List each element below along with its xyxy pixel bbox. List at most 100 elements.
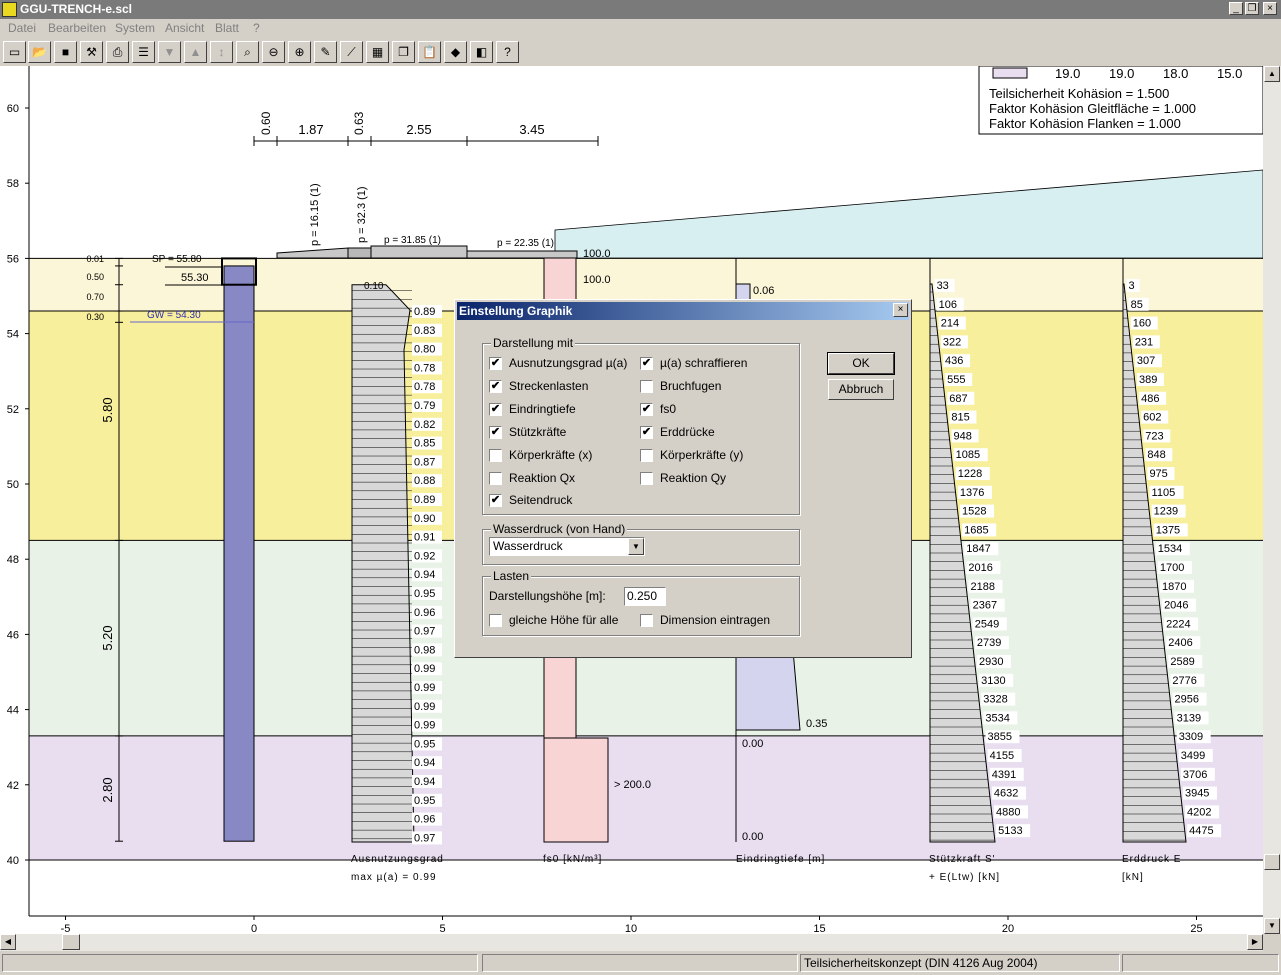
ok-button[interactable]: OK bbox=[827, 352, 895, 375]
load-4 bbox=[466, 250, 578, 259]
checkbox-box[interactable]: ✔ bbox=[489, 494, 502, 508]
scroll-left-button[interactable]: ◀ bbox=[0, 934, 16, 950]
stuetz-value: 33 bbox=[937, 280, 949, 292]
x-tick-label: 0 bbox=[251, 923, 257, 934]
utilization-top-value: 0.10 bbox=[364, 281, 384, 292]
utilization-value: 0.79 bbox=[414, 400, 435, 412]
checkbox-same-height-box[interactable] bbox=[489, 614, 502, 627]
restore-button[interactable]: ❐ bbox=[1245, 2, 1259, 15]
menu-datei[interactable]: Datei bbox=[8, 21, 36, 35]
checkbox-box[interactable]: ✔ bbox=[489, 402, 502, 416]
y-tick-label: 50 bbox=[7, 479, 19, 491]
utilization-value: 0.92 bbox=[414, 550, 435, 562]
vertical-scrollbar[interactable]: ▲ ▼ bbox=[1263, 66, 1281, 934]
erd-label: Erddruck E bbox=[1122, 854, 1181, 865]
erd-value: 1870 bbox=[1162, 581, 1186, 593]
zoom-page-icon[interactable]: ⌕ bbox=[236, 41, 259, 63]
height-input[interactable]: 0.250 bbox=[624, 587, 666, 606]
minimize-button[interactable]: _ bbox=[1229, 2, 1243, 15]
erd-value: 723 bbox=[1145, 430, 1163, 442]
utilization-value: 0.87 bbox=[414, 456, 435, 468]
save-icon[interactable]: ■ bbox=[54, 41, 77, 63]
page-icon[interactable]: ☰ bbox=[132, 41, 155, 63]
stuetz-value: 2188 bbox=[971, 581, 995, 593]
menu-ansicht[interactable]: Ansicht bbox=[165, 21, 204, 35]
horizontal-scroll-thumb[interactable] bbox=[62, 934, 80, 950]
menu-system[interactable]: System bbox=[115, 21, 155, 35]
scroll-up-button[interactable]: ▲ bbox=[1264, 66, 1280, 82]
stuetz-value: 687 bbox=[949, 393, 967, 405]
stuetz-value: 1685 bbox=[964, 524, 988, 536]
menu-blatt[interactable]: Blatt bbox=[215, 21, 239, 35]
zoom-out-icon[interactable]: ⊖ bbox=[262, 41, 285, 63]
scroll-right-button[interactable]: ▶ bbox=[1247, 934, 1263, 950]
erd-value: 2776 bbox=[1172, 675, 1196, 687]
checkbox-box[interactable] bbox=[640, 448, 653, 462]
load-label: p = 22.35 (1) bbox=[497, 238, 554, 249]
chevron-down-icon[interactable]: ▼ bbox=[628, 538, 644, 555]
close-button[interactable]: × bbox=[1263, 2, 1277, 15]
utilization-value: 0.78 bbox=[414, 381, 435, 393]
small-dim-label: 0.30 bbox=[86, 312, 104, 322]
stuetz-value: 4155 bbox=[990, 750, 1014, 762]
grid-icon[interactable]: ▦ bbox=[366, 41, 389, 63]
menu-bearbeiten[interactable]: Bearbeiten bbox=[48, 21, 106, 35]
y-tick-label: 58 bbox=[7, 178, 19, 190]
vertical-scroll-thumb[interactable] bbox=[1264, 854, 1280, 870]
utilization-value: 0.80 bbox=[414, 344, 435, 356]
menu-help[interactable]: ? bbox=[253, 21, 260, 35]
utilization-value: 0.97 bbox=[414, 832, 435, 844]
dialog-close-icon[interactable]: × bbox=[893, 303, 908, 317]
tools-icon[interactable]: ⚒ bbox=[80, 41, 103, 63]
checkbox-box[interactable] bbox=[489, 448, 502, 462]
edit-shape-icon[interactable]: ⟋ bbox=[340, 41, 363, 63]
erd-value: 3706 bbox=[1183, 769, 1207, 781]
utilization-value: 0.94 bbox=[414, 569, 435, 581]
fs0-area-2 bbox=[543, 737, 609, 843]
cancel-button[interactable]: Abbruch bbox=[828, 379, 894, 400]
utilization-value: 0.90 bbox=[414, 513, 435, 525]
checkbox-box[interactable]: ✔ bbox=[489, 425, 502, 439]
stuetz-value: 2367 bbox=[973, 600, 997, 612]
utilization-value: 0.96 bbox=[414, 814, 435, 826]
checkbox-box[interactable]: ✔ bbox=[489, 357, 502, 370]
arrow-up-icon[interactable]: ▲ bbox=[184, 41, 207, 63]
arrow-down-icon[interactable]: ▼ bbox=[158, 41, 181, 63]
checkbox-box[interactable] bbox=[489, 471, 502, 485]
arrow-updown-icon[interactable]: ↕ bbox=[210, 41, 233, 63]
print-icon[interactable]: ⎙ bbox=[106, 41, 129, 63]
erd-value: 848 bbox=[1147, 449, 1165, 461]
water-pressure-select[interactable]: Wasserdruck ▼ bbox=[489, 537, 645, 556]
fs0-value: 100.0 bbox=[583, 274, 611, 286]
y-tick-label: 46 bbox=[7, 629, 19, 641]
checkbox-box[interactable]: ✔ bbox=[640, 357, 653, 370]
color-icon[interactable]: ◧ bbox=[470, 41, 493, 63]
stuetz-value: 1847 bbox=[966, 543, 990, 555]
zoom-in-icon[interactable]: ⊕ bbox=[288, 41, 311, 63]
gw-level-label: GW = 54.30 bbox=[147, 310, 201, 321]
erd-value: 231 bbox=[1135, 336, 1153, 348]
new-file-icon[interactable]: ▭ bbox=[3, 41, 26, 63]
checkbox-box[interactable]: ✔ bbox=[640, 402, 653, 416]
scroll-down-button[interactable]: ▼ bbox=[1264, 918, 1280, 934]
status-pane-3: Teilsicherheitskonzept (DIN 4126 Aug 200… bbox=[800, 954, 1120, 972]
edit-icon[interactable]: ✎ bbox=[314, 41, 337, 63]
open-folder-icon[interactable]: 📂 bbox=[28, 41, 51, 63]
load-2 bbox=[347, 247, 372, 259]
checkbox-box[interactable]: ✔ bbox=[489, 379, 502, 393]
palette-icon[interactable]: ◆ bbox=[444, 41, 467, 63]
paste-icon[interactable]: 📋 bbox=[418, 41, 441, 63]
stuetz-label: Stützkraft S' bbox=[929, 854, 996, 865]
eindring-value: 0.00 bbox=[742, 738, 763, 750]
checkbox-box[interactable] bbox=[640, 471, 653, 485]
utilization-value: 0.96 bbox=[414, 607, 435, 619]
help-icon[interactable]: ? bbox=[496, 41, 519, 63]
checkbox-label: Eindringtiefe bbox=[509, 401, 576, 416]
checkbox-box[interactable]: ✔ bbox=[640, 425, 653, 439]
copy-icon[interactable]: ❐ bbox=[392, 41, 415, 63]
checkbox-dimension-box[interactable] bbox=[640, 614, 653, 627]
left-dimension-label: 2.80 bbox=[100, 777, 115, 802]
horizontal-scrollbar[interactable]: ◀ ▶ bbox=[0, 934, 1263, 951]
erd-value: 975 bbox=[1149, 468, 1167, 480]
checkbox-box[interactable] bbox=[640, 379, 653, 393]
